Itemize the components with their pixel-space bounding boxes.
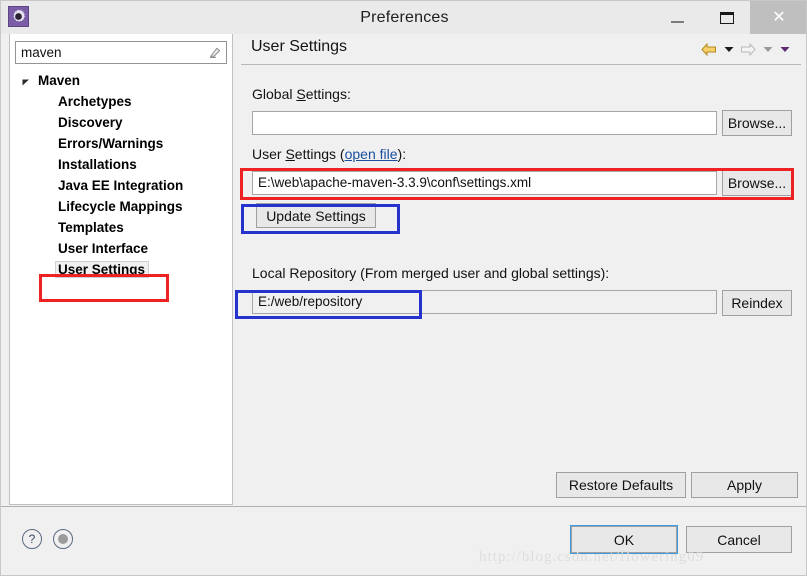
- title-bar: Preferences ✕: [1, 1, 806, 34]
- page-title: User Settings: [251, 38, 348, 55]
- search-input[interactable]: [16, 42, 196, 63]
- tree-item-label: Maven: [38, 73, 81, 88]
- sidebar-item-user-settings[interactable]: User Settings: [10, 259, 234, 280]
- tree-item-label: Errors/Warnings: [58, 136, 164, 151]
- sidebar-item-lifecycle-mappings[interactable]: Lifecycle Mappings: [10, 196, 234, 217]
- open-file-link[interactable]: open file: [345, 146, 398, 162]
- eraser-icon[interactable]: [207, 45, 222, 60]
- tree-list: Maven Archetypes Discovery Errors/Warnin…: [10, 70, 234, 280]
- global-settings-label: Global Settings:: [252, 86, 351, 102]
- local-repository-label: Local Repository (From merged user and g…: [252, 265, 610, 281]
- tree-item-maven[interactable]: Maven: [10, 70, 234, 91]
- sidebar-item-errors-warnings[interactable]: Errors/Warnings: [10, 133, 234, 154]
- tree-item-label: User Interface: [58, 241, 149, 256]
- circle-button-icon[interactable]: [53, 529, 73, 549]
- sidebar-item-templates[interactable]: Templates: [10, 217, 234, 238]
- update-settings-button[interactable]: Update Settings: [256, 203, 376, 228]
- close-icon: ✕: [772, 8, 786, 26]
- sidebar-item-installations[interactable]: Installations: [10, 154, 234, 175]
- user-settings-label: User Settings (open file):: [252, 146, 407, 162]
- back-arrow-icon[interactable]: [700, 41, 718, 57]
- global-settings-browse-button[interactable]: Browse...: [722, 110, 792, 136]
- apply-button[interactable]: Apply: [691, 472, 798, 498]
- maximize-icon: [720, 11, 734, 24]
- help-icon[interactable]: ?: [22, 529, 42, 549]
- view-menu-chevron-down-icon[interactable]: [778, 41, 791, 57]
- tree-item-label: User Settings: [55, 261, 150, 278]
- filter-search-box[interactable]: [15, 41, 227, 64]
- tree-item-label: Java EE Integration: [58, 178, 184, 193]
- user-settings-input[interactable]: E:\web\apache-maven-3.3.9\conf\settings.…: [252, 171, 717, 195]
- local-repository-input: E:/web/repository: [252, 290, 717, 314]
- close-button[interactable]: ✕: [750, 1, 806, 34]
- sidebar-item-java-ee-integration[interactable]: Java EE Integration: [10, 175, 234, 196]
- sidebar-item-archetypes[interactable]: Archetypes: [10, 91, 234, 112]
- tree-item-label: Lifecycle Mappings: [58, 199, 183, 214]
- restore-defaults-button[interactable]: Restore Defaults: [556, 472, 686, 498]
- user-settings-browse-button[interactable]: Browse...: [722, 170, 792, 196]
- watermark-text: http://blog.csdn.net/flowering09: [479, 549, 705, 565]
- sidebar-item-discovery[interactable]: Discovery: [10, 112, 234, 133]
- tree-item-label: Templates: [58, 220, 124, 235]
- tree-item-label: Installations: [58, 157, 137, 172]
- preferences-dialog: Preferences ✕ maven Maven Archetypes Dis…: [0, 0, 807, 576]
- sidebar-item-user-interface[interactable]: User Interface: [10, 238, 234, 259]
- forward-history-chevron-down-icon: [761, 41, 774, 57]
- circle-glyph: [58, 534, 68, 544]
- minimize-button[interactable]: [654, 1, 700, 34]
- back-history-chevron-down-icon[interactable]: [722, 41, 735, 57]
- forward-arrow-icon: [739, 41, 757, 57]
- preferences-tree-panel: Maven Archetypes Discovery Errors/Warnin…: [9, 34, 233, 505]
- user-settings-page: User Settings Global Settings: Browse...…: [241, 34, 801, 505]
- tree-item-label: Discovery: [58, 115, 123, 130]
- reindex-button[interactable]: Reindex: [722, 290, 792, 316]
- page-nav-toolbar: [700, 41, 791, 57]
- global-settings-input[interactable]: [252, 111, 717, 135]
- maximize-button[interactable]: [704, 1, 750, 34]
- tree-item-label: Archetypes: [58, 94, 132, 109]
- minimize-icon: [670, 20, 684, 23]
- expand-triangle-icon[interactable]: [20, 76, 32, 88]
- page-header: User Settings: [241, 34, 801, 65]
